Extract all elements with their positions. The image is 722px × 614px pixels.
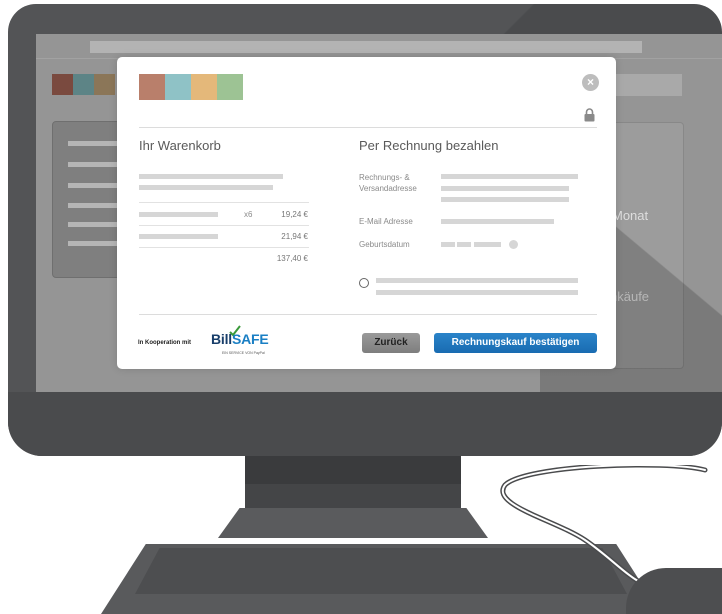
cart-item-price: 19,24 €	[281, 210, 308, 219]
brand-swatch	[217, 74, 243, 100]
background-logo-tile	[73, 74, 94, 95]
terms-text-line	[376, 290, 578, 295]
cart-item-name	[139, 234, 218, 239]
cart-total: 137,40 €	[276, 254, 308, 263]
brand-swatch	[191, 74, 217, 100]
background-text-line	[68, 203, 124, 208]
terms-radio[interactable]	[359, 278, 369, 288]
cart-separator	[139, 202, 309, 203]
monitor-chin	[8, 392, 722, 456]
brand-swatch	[139, 74, 165, 100]
background-text-line	[68, 241, 124, 246]
billsafe-tagline: EIN SERVICE VON PayPal	[222, 351, 265, 355]
billsafe-payment-dialog: × Ihr Warenkorb x6 19,24 € 21,94 € 137,4…	[117, 57, 616, 369]
billsafe-safe: SAFE	[231, 331, 269, 347]
birthdate-year-field[interactable]	[474, 242, 501, 247]
cart-title: Ihr Warenkorb	[139, 138, 221, 153]
payment-title: Per Rechnung bezahlen	[359, 138, 499, 153]
cart-item-name	[139, 212, 218, 217]
address-bar[interactable]	[90, 41, 642, 53]
background-logo-tile	[94, 74, 115, 95]
monitor-neck-shadow	[245, 456, 461, 484]
brand-swatch	[165, 74, 191, 100]
cart-text-line	[139, 174, 283, 179]
monitor-stand-base	[218, 508, 488, 538]
background-text-line	[68, 141, 124, 146]
back-button[interactable]: Zurück	[362, 333, 420, 353]
close-button[interactable]: ×	[582, 74, 599, 91]
cart-separator	[139, 247, 309, 248]
billsafe-bill: Bill	[211, 331, 232, 347]
header-divider	[139, 127, 597, 128]
confirm-invoice-purchase-button[interactable]: Rechnungskauf bestätigen	[434, 333, 597, 353]
background-text-line	[68, 162, 124, 167]
birthdate-label: Geburtsdatum	[359, 240, 410, 249]
background-text: Monat	[612, 208, 649, 223]
background-text-line	[68, 222, 124, 227]
cart-separator	[139, 225, 309, 226]
birthdate-month-field[interactable]	[457, 242, 471, 247]
background-logo-tile	[52, 74, 73, 95]
billsafe-wordmark: BillSAFE	[211, 331, 269, 347]
address-line[interactable]	[441, 186, 569, 191]
email-label: E-Mail Adresse	[359, 217, 413, 226]
email-field[interactable]	[441, 219, 554, 224]
address-line[interactable]	[441, 174, 578, 179]
cart-text-line	[139, 185, 273, 190]
cooperation-text: In Kooperation mit	[138, 340, 191, 346]
billsafe-logo: BillSAFE EIN SERVICE VON PayPal	[211, 325, 273, 357]
lock-icon	[584, 108, 595, 122]
birthdate-info-icon[interactable]	[509, 240, 518, 249]
cart-item-price: 21,94 €	[281, 232, 308, 241]
footer-divider	[139, 314, 597, 315]
background-text-line	[68, 183, 124, 188]
address-label: Rechnungs- & Versandadresse	[359, 173, 417, 193]
birthdate-day-field[interactable]	[441, 242, 455, 247]
terms-text-line	[376, 278, 578, 283]
address-line[interactable]	[441, 197, 569, 202]
